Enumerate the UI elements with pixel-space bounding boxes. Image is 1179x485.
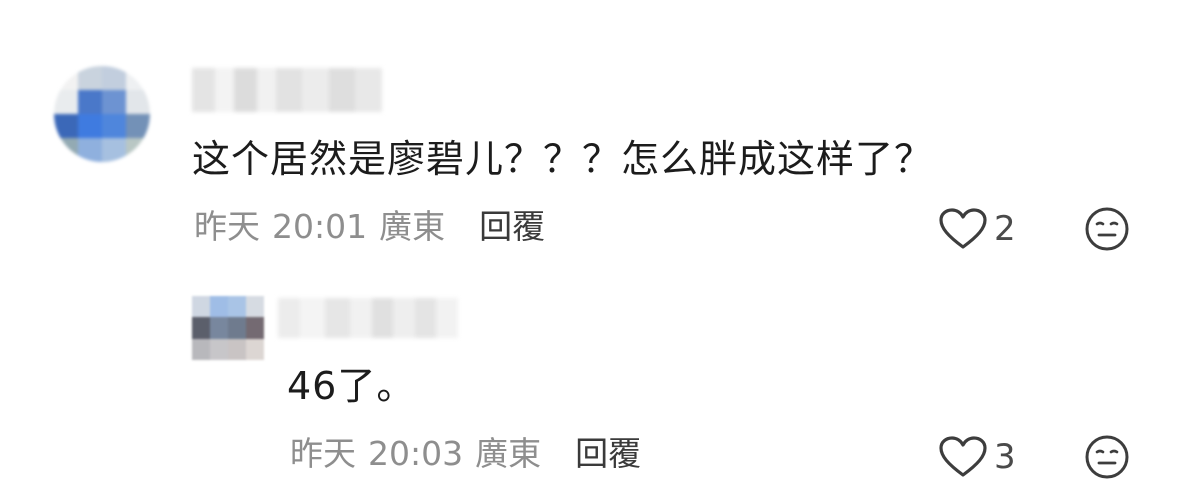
comment-time: 20:01 (272, 207, 368, 246)
heart-outline-icon (938, 207, 988, 251)
comment-date: 昨天 (290, 434, 356, 473)
comment-text: 这个居然是廖碧儿？？？怎么胖成这样了？ (192, 137, 934, 181)
comment-text: 46了。 (287, 364, 416, 408)
comment-time: 20:03 (368, 434, 464, 473)
like-button[interactable]: 3 (938, 435, 1016, 479)
reaction-button[interactable] (1084, 206, 1130, 252)
neutral-face-icon (1084, 434, 1130, 480)
comment-meta: 昨天 20:01 廣東 回覆 (194, 210, 545, 243)
username-blurred[interactable] (278, 298, 458, 338)
comment-location: 廣東 (475, 434, 542, 473)
reply-button[interactable]: 回覆 (479, 210, 545, 243)
avatar[interactable] (54, 66, 150, 162)
username-blurred[interactable] (192, 68, 382, 112)
comment-location: 廣東 (379, 207, 446, 246)
reply-button[interactable]: 回覆 (575, 437, 641, 470)
reaction-button[interactable] (1084, 434, 1130, 480)
like-button[interactable]: 2 (938, 207, 1016, 251)
heart-outline-icon (938, 435, 988, 479)
like-count: 2 (994, 209, 1016, 249)
neutral-face-icon (1084, 206, 1130, 252)
comment-date: 昨天 (194, 207, 260, 246)
avatar[interactable] (192, 296, 264, 360)
comment-meta: 昨天 20:03 廣東 回覆 (290, 437, 641, 470)
like-count: 3 (994, 437, 1016, 477)
